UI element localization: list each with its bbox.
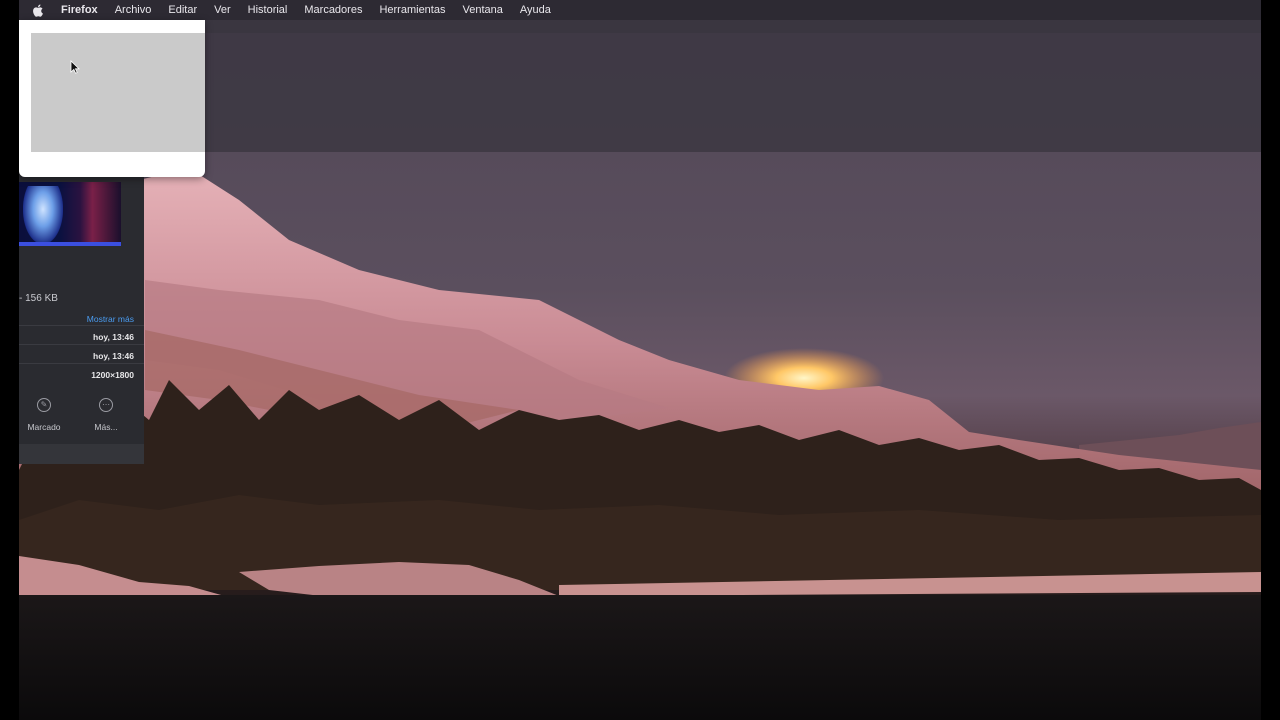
modified-date: hoy, 13:46 <box>93 351 134 361</box>
divider <box>19 325 144 326</box>
menu-ayuda[interactable]: Ayuda <box>520 4 551 16</box>
menu-marcadores[interactable]: Marcadores <box>304 4 362 16</box>
menu-historial[interactable]: Historial <box>248 4 288 16</box>
thumbnail-glass-shape <box>23 186 63 244</box>
file-thumbnail <box>19 182 121 246</box>
apple-icon[interactable] <box>33 4 47 17</box>
more-icon: ⋯ <box>99 398 113 412</box>
mouse-pointer-icon <box>70 60 80 79</box>
created-date: hoy, 13:46 <box>93 332 134 342</box>
file-info-panel: - 156 KB Mostrar más hoy, 13:46 hoy, 13:… <box>19 150 144 464</box>
blank-popup-window[interactable] <box>19 20 205 177</box>
menu-ventana[interactable]: Ventana <box>462 4 502 16</box>
divider <box>19 344 144 345</box>
menu-bar: Firefox Archivo Editar Ver Historial Mar… <box>19 0 1261 20</box>
markup-label: Marcado <box>27 422 61 432</box>
more-label: Más... <box>94 422 118 432</box>
file-size: - 156 KB <box>19 293 58 304</box>
panel-footer <box>19 444 144 464</box>
more-button[interactable]: ⋯ Más... <box>81 398 131 432</box>
markup-icon: ✎ <box>37 398 51 412</box>
letterbox-right <box>1261 0 1280 720</box>
image-dimensions: 1200×1800 <box>91 370 134 380</box>
divider <box>19 363 144 364</box>
window-backdrop <box>19 20 1261 152</box>
menu-ver[interactable]: Ver <box>214 4 231 16</box>
letterbox-left <box>0 0 19 720</box>
menu-editar[interactable]: Editar <box>168 4 197 16</box>
menu-firefox[interactable]: Firefox <box>61 4 98 16</box>
thumbnail-edge <box>19 242 121 246</box>
menu-herramientas[interactable]: Herramientas <box>379 4 445 16</box>
show-more-link[interactable]: Mostrar más <box>87 314 134 324</box>
markup-button[interactable]: ✎ Marcado <box>19 398 69 432</box>
menu-archivo[interactable]: Archivo <box>115 4 152 16</box>
popup-content-area <box>31 33 205 152</box>
window-toolbar-strip <box>19 20 1261 33</box>
